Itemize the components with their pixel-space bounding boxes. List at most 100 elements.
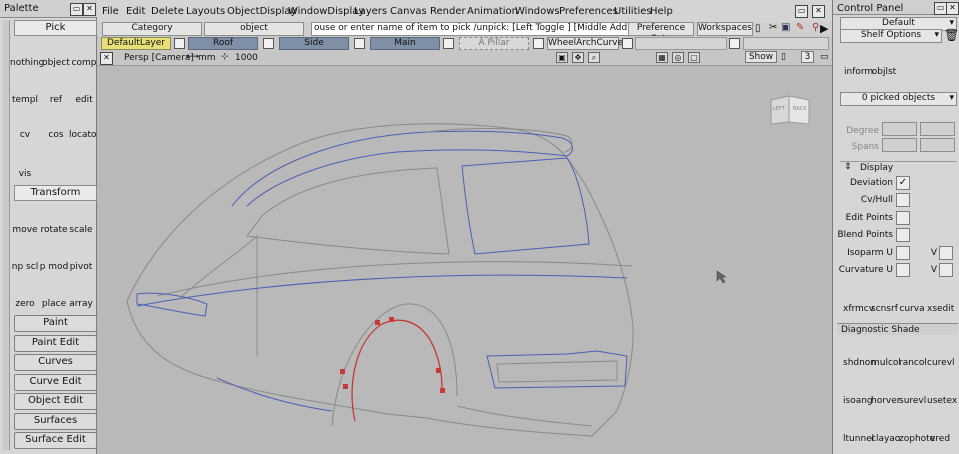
scissor-icon[interactable]: ✂ bbox=[769, 22, 777, 33]
display-option-v-checkbox[interactable] bbox=[939, 245, 953, 260]
menu-utilities[interactable]: Utilities bbox=[614, 6, 652, 17]
layer-visibility-checkbox[interactable] bbox=[443, 38, 454, 49]
layer-roof[interactable]: Roof bbox=[188, 37, 258, 50]
shelf-icon[interactable]: ▯ bbox=[755, 23, 761, 34]
tool-xsedit[interactable]: xsedit bbox=[927, 284, 954, 314]
preference-sets-button[interactable]: Preference Sets bbox=[628, 22, 694, 44]
pick-tool-vis[interactable]: vis bbox=[10, 147, 40, 179]
layer-a-pillar[interactable]: A Pillar bbox=[459, 37, 529, 50]
section-button-paint-edit[interactable]: Paint Edit bbox=[14, 334, 97, 352]
view-close-icon[interactable]: ✕ bbox=[100, 52, 113, 65]
diag-zophote[interactable]: zophote bbox=[899, 414, 935, 444]
section-button-surface-edit[interactable]: Surface Edit bbox=[14, 432, 97, 449]
layer-visibility-checkbox[interactable] bbox=[729, 38, 740, 49]
palette-close-icon[interactable]: ✕ bbox=[83, 3, 96, 16]
menu-canvas[interactable]: Canvas bbox=[390, 6, 427, 17]
diag-horver[interactable]: horver bbox=[871, 376, 900, 406]
menu-animation[interactable]: Animation bbox=[467, 6, 518, 17]
menu-delete[interactable]: Delete bbox=[151, 6, 184, 17]
layer-visibility-checkbox[interactable] bbox=[263, 38, 274, 49]
empty-layer[interactable] bbox=[743, 37, 829, 50]
shelf-tool-objlst[interactable]: objlst bbox=[871, 47, 897, 77]
picked-objects-dropdown[interactable]: 0 picked objects ▾ bbox=[840, 92, 957, 106]
pick-tool-edit[interactable]: edit bbox=[69, 73, 99, 105]
transform-tool-move[interactable]: move bbox=[10, 203, 40, 235]
app-close-icon[interactable]: ✕ bbox=[812, 5, 825, 18]
menu-file[interactable]: File bbox=[102, 6, 119, 17]
transform-tool-rotate[interactable]: rotate bbox=[39, 203, 69, 235]
tool-xfrmcv[interactable]: xfrmcv bbox=[843, 284, 874, 314]
object-tab[interactable]: object bbox=[204, 22, 304, 36]
pick-tool-object[interactable]: object bbox=[41, 36, 71, 68]
transform-tool-pivot[interactable]: pivot bbox=[66, 240, 96, 272]
transform-tool-p-mod[interactable]: p mod bbox=[39, 240, 69, 272]
diag-curevl[interactable]: curevl bbox=[927, 338, 955, 368]
diag-ltunnel[interactable]: ltunnel bbox=[843, 414, 874, 444]
workspaces-button[interactable]: Workspaces bbox=[697, 22, 753, 36]
menu-render[interactable]: Render bbox=[430, 6, 466, 17]
show-button[interactable]: Show bbox=[745, 51, 777, 63]
transform-header[interactable]: Transform bbox=[14, 185, 97, 201]
view-zoom-icon[interactable]: ⌕ bbox=[588, 52, 600, 63]
view-sphere-icon[interactable]: ◎ bbox=[672, 52, 684, 63]
tool-curva[interactable]: curva bbox=[899, 284, 925, 314]
menu-preferences[interactable]: Preferences bbox=[559, 6, 618, 17]
diag-vred[interactable]: vred bbox=[927, 414, 953, 444]
view-maximize-icon[interactable]: ▭ bbox=[820, 52, 829, 62]
diag-clayao[interactable]: clayao bbox=[871, 414, 900, 444]
menu-objectdisplay[interactable]: ObjectDisplay bbox=[227, 6, 296, 17]
section-button-surfaces[interactable]: Surfaces bbox=[14, 412, 97, 430]
pick-tool-comp[interactable]: comp bbox=[69, 36, 99, 68]
view-number[interactable]: 3 bbox=[801, 51, 814, 63]
menu-layouts[interactable]: Layouts bbox=[186, 6, 225, 17]
diag-mulcol[interactable]: mulcol bbox=[871, 338, 901, 368]
spans-field-2[interactable] bbox=[920, 138, 955, 152]
display-section-header[interactable]: ⇕ Display bbox=[840, 161, 957, 173]
perspective-viewport[interactable]: LEFT BACK bbox=[97, 66, 832, 454]
transform-tool-zero[interactable]: zero bbox=[10, 277, 40, 309]
display-option-checkbox[interactable] bbox=[896, 263, 910, 277]
pick-tool-ref[interactable]: ref bbox=[41, 73, 71, 105]
layer-wheelarchcurves[interactable]: WheelArchCurves bbox=[547, 37, 628, 50]
palette-minimize-icon[interactable]: ▭ bbox=[70, 3, 83, 16]
transform-tool-np-scl[interactable]: np scl bbox=[10, 240, 40, 272]
view-grid-icon[interactable]: ▦ bbox=[656, 52, 668, 63]
section-button-curves[interactable]: Curves bbox=[14, 354, 97, 371]
menu-windowdisplay[interactable]: WindowDisplay bbox=[288, 6, 364, 17]
menu-edit[interactable]: Edit bbox=[126, 6, 145, 17]
pick-tool-templ[interactable]: templ bbox=[10, 73, 40, 105]
layer-visibility-checkbox[interactable] bbox=[622, 38, 633, 49]
diag-shdnon[interactable]: shdnon bbox=[843, 338, 876, 368]
section-button-paint[interactable]: Paint bbox=[14, 315, 97, 332]
pick-tool-locator[interactable]: locator bbox=[69, 108, 100, 140]
layer-visibility-checkbox[interactable] bbox=[174, 38, 185, 49]
trash-icon[interactable]: 🗑 bbox=[944, 28, 959, 42]
diag-usetex[interactable]: usetex bbox=[927, 376, 957, 406]
display-option-checkbox[interactable] bbox=[896, 193, 910, 208]
diagnostic-header[interactable]: Diagnostic Shade bbox=[837, 323, 958, 335]
view-cube[interactable]: LEFT BACK bbox=[769, 94, 811, 128]
view-frame-icon[interactable]: ▢ bbox=[688, 52, 700, 63]
pick-tool-nothing[interactable]: nothing bbox=[10, 36, 44, 68]
section-button-object-edit[interactable]: Object Edit bbox=[14, 393, 97, 410]
shelf-tool-inform[interactable]: inform bbox=[844, 47, 873, 77]
empty-layer[interactable] bbox=[635, 37, 727, 50]
palette-scroll-strip[interactable] bbox=[3, 20, 10, 450]
tool-scnsrf[interactable]: scnsrf bbox=[871, 284, 898, 314]
menu-layers[interactable]: Layers bbox=[354, 6, 387, 17]
display-option-v-checkbox[interactable] bbox=[939, 263, 953, 277]
diag-rancol[interactable]: rancol bbox=[899, 338, 927, 368]
section-button-curve-edit[interactable]: Curve Edit bbox=[14, 373, 97, 391]
degree-field[interactable] bbox=[882, 122, 917, 136]
display-option-checkbox[interactable] bbox=[896, 210, 910, 225]
spans-field[interactable] bbox=[882, 138, 917, 152]
scroll-right-icon[interactable]: ▶ bbox=[820, 22, 828, 35]
prompt-line[interactable]: ouse or enter name of item to pick /unpi… bbox=[311, 22, 629, 36]
camera-icon[interactable]: ▣ bbox=[781, 22, 790, 33]
tack-icon[interactable]: ⚲ bbox=[812, 22, 819, 33]
shelf-options-dropdown[interactable]: Shelf Options ▾ bbox=[840, 29, 942, 43]
transform-tool-place[interactable]: place bbox=[39, 277, 69, 309]
layer-defaultlayer[interactable]: DefaultLayer bbox=[101, 37, 171, 50]
layer-visibility-checkbox[interactable] bbox=[533, 38, 544, 49]
pick-tool-cv[interactable]: cv bbox=[10, 108, 40, 140]
